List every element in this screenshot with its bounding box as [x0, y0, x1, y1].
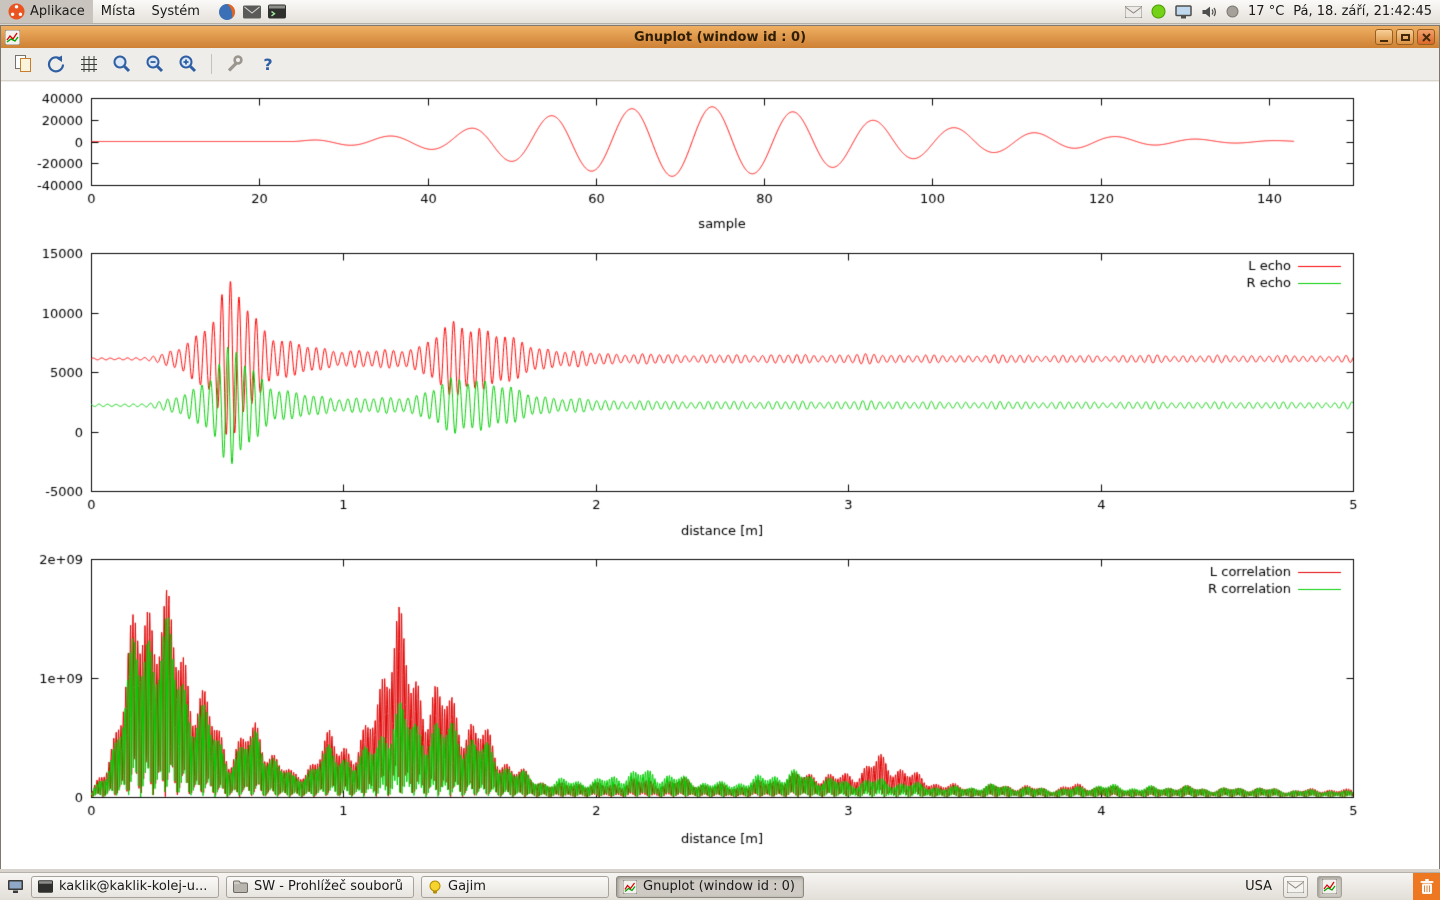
task-label: Gnuplot (window id : 0): [643, 879, 795, 894]
task-label: Gajim: [448, 879, 486, 894]
help-button[interactable]: ?: [255, 51, 281, 77]
trash-icon: [1419, 878, 1435, 895]
places-menu-label: Místa: [101, 4, 136, 19]
gnuplot-task-icon: [623, 880, 637, 894]
mail-tray-icon: [1287, 881, 1304, 893]
bottom-panel: kaklik@kaklik-kolej-u... SW - Prohlížeč …: [0, 872, 1440, 900]
temperature-applet[interactable]: 17 °C: [1248, 4, 1284, 19]
titlebar[interactable]: Gnuplot (window id : 0): [1, 26, 1439, 48]
toggle-grid-button[interactable]: [76, 51, 102, 77]
help-icon: ?: [263, 55, 272, 74]
configure-button[interactable]: [222, 51, 248, 77]
minimize-icon: [1380, 40, 1388, 42]
weather-icon[interactable]: [1226, 5, 1239, 18]
system-menu-label: Systém: [151, 4, 199, 19]
zoom-out-button[interactable]: [142, 51, 168, 77]
volume-icon[interactable]: [1201, 5, 1217, 19]
refresh-icon: [46, 54, 66, 74]
wrench-icon: [225, 54, 245, 74]
taskbar-tray: USA: [1243, 873, 1440, 900]
zoom-in-button[interactable]: [175, 51, 201, 77]
toolbar: ?: [1, 48, 1439, 81]
taskbar-item-terminal[interactable]: kaklik@kaklik-kolej-u...: [31, 876, 219, 898]
zoom-previous-button[interactable]: [109, 51, 135, 77]
system-menu[interactable]: Systém: [143, 0, 207, 23]
show-desktop-icon: [7, 879, 24, 894]
mail-tray-button[interactable]: [1283, 876, 1308, 898]
system-tray: 17 °C Pá, 18. září, 21:42:45: [1125, 4, 1440, 19]
mail-notification-icon[interactable]: [1125, 6, 1142, 18]
replot-button[interactable]: [43, 51, 69, 77]
zoom-in-icon: [178, 54, 198, 74]
display-icon[interactable]: [1175, 5, 1192, 19]
taskbar-item-gajim[interactable]: Gajim: [421, 876, 609, 898]
terminal-icon[interactable]: [268, 4, 286, 19]
firefox-icon[interactable]: [218, 3, 236, 21]
zoom-previous-icon: [112, 54, 132, 74]
task-label: kaklik@kaklik-kolej-u...: [59, 879, 207, 894]
plot-area: [1, 82, 1439, 869]
update-notifier-icon[interactable]: [1151, 4, 1166, 19]
maximize-icon: [1401, 34, 1410, 41]
clock-applet[interactable]: Pá, 18. září, 21:42:45: [1293, 4, 1432, 19]
zoom-out-icon: [145, 54, 165, 74]
keyboard-layout-indicator[interactable]: USA: [1243, 879, 1274, 894]
panel-launchers: [218, 3, 286, 21]
desktop: Aplikace Místa Systém: [0, 0, 1440, 900]
top-panel: Aplikace Místa Systém: [0, 0, 1440, 24]
copy-icon: [13, 54, 33, 74]
maximize-button[interactable]: [1396, 29, 1414, 45]
gnuplot-window: Gnuplot (window id : 0): [0, 25, 1440, 869]
close-icon: [1422, 33, 1431, 42]
taskbar-item-file-manager[interactable]: SW - Prohlížeč souborů: [226, 876, 414, 898]
taskbar-item-gnuplot[interactable]: Gnuplot (window id : 0): [616, 876, 804, 898]
minimize-button[interactable]: [1375, 29, 1393, 45]
gnuplot-charts-canvas[interactable]: [1, 82, 1439, 869]
applications-menu[interactable]: Aplikace: [0, 0, 93, 23]
gnuplot-tray-icon: [1322, 879, 1337, 894]
gnuplot-tray-button[interactable]: [1317, 876, 1342, 898]
trash-button[interactable]: [1413, 873, 1440, 900]
show-desktop-button[interactable]: [3, 876, 27, 898]
window-controls: [1375, 29, 1435, 45]
copy-to-clipboard-button[interactable]: [10, 51, 36, 77]
applications-menu-label: Aplikace: [30, 4, 85, 19]
grid-icon: [79, 54, 99, 74]
places-menu[interactable]: Místa: [93, 0, 144, 23]
close-button[interactable]: [1417, 29, 1435, 45]
gajim-icon: [428, 880, 442, 894]
toolbar-separator: [211, 54, 212, 74]
gnuplot-window-icon: [5, 29, 21, 45]
window-title: Gnuplot (window id : 0): [1, 30, 1439, 45]
mail-launcher-icon[interactable]: [243, 5, 261, 19]
distro-logo-icon: [8, 3, 25, 20]
file-manager-icon: [233, 880, 248, 893]
task-label: SW - Prohlížeč souborů: [254, 879, 403, 894]
terminal-task-icon: [38, 880, 53, 893]
